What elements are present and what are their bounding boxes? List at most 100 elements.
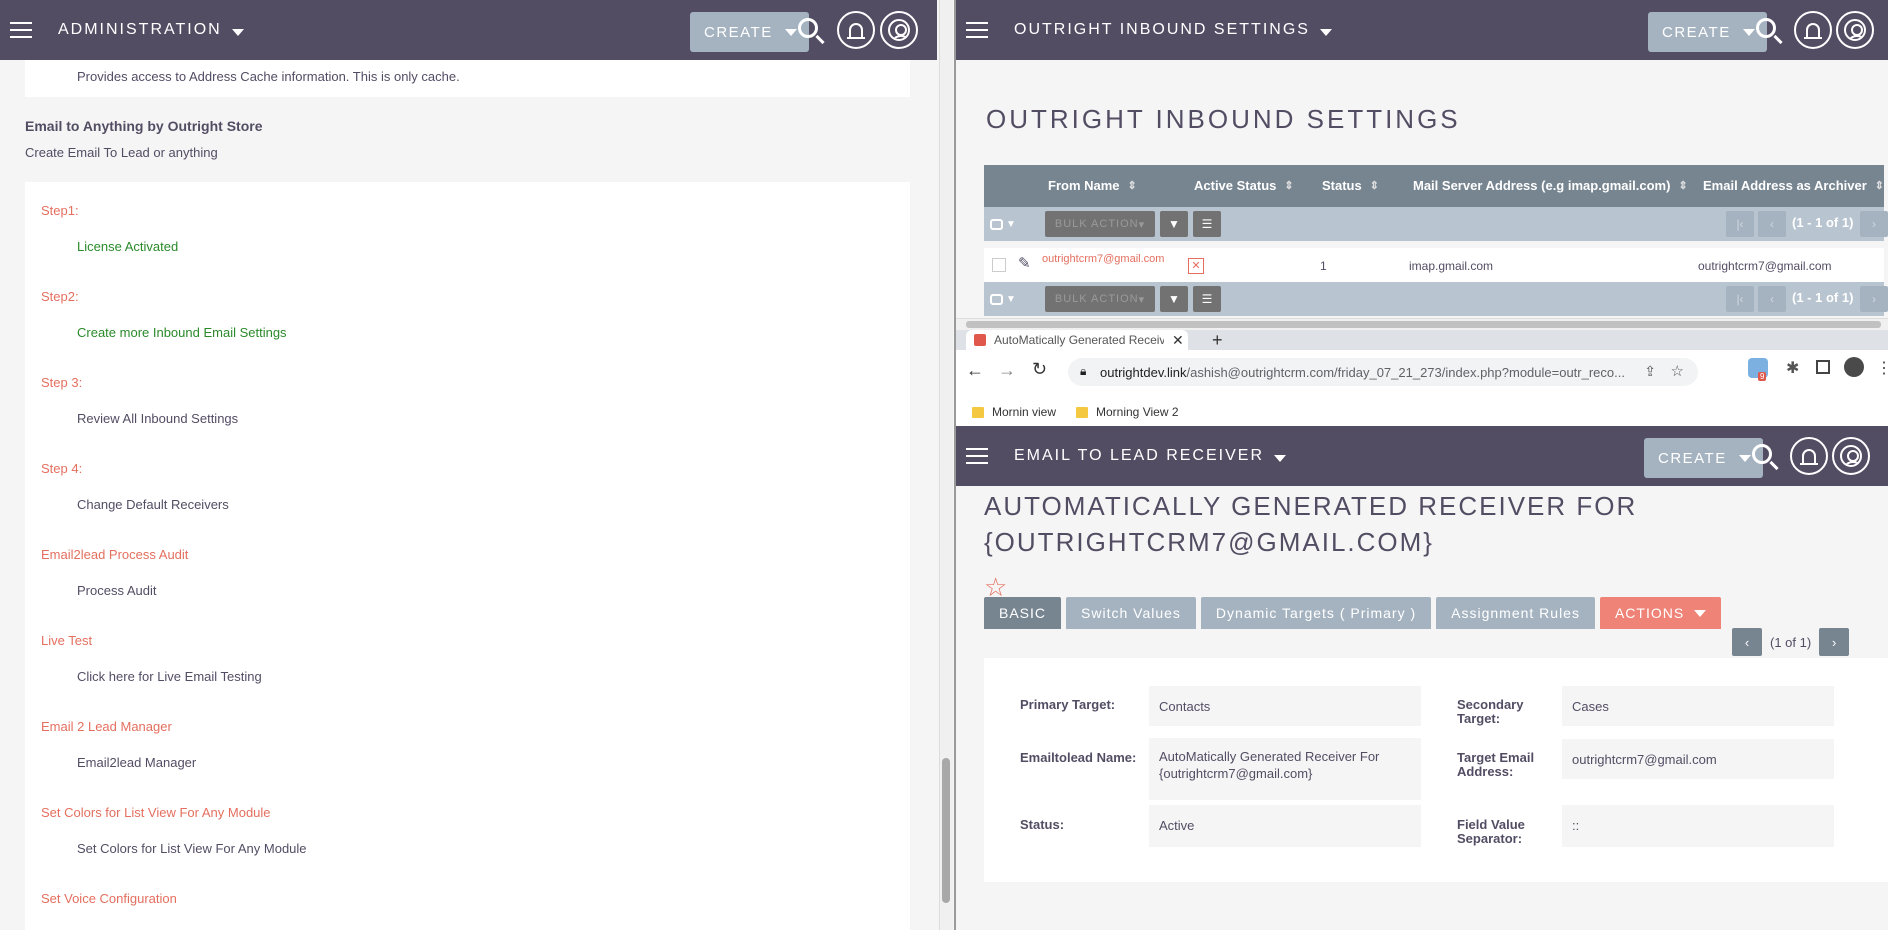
create-button[interactable]: CREATE	[690, 12, 809, 52]
create-button[interactable]: CREATE	[1644, 438, 1763, 478]
chevron-down-icon	[784, 28, 797, 36]
side-panel-icon[interactable]	[1816, 360, 1830, 374]
bookmark-item[interactable]: Mornin view	[972, 405, 1056, 419]
menu-icon[interactable]	[10, 22, 32, 38]
table-row[interactable]: ✎ outrightcrm7@gmail.com ✕ 1 imap.gmail.…	[984, 248, 1884, 282]
first-page-button[interactable]: |‹	[1726, 286, 1754, 312]
next-page-button[interactable]: ›	[1860, 211, 1888, 237]
step-title: Email2lead Process Audit	[41, 547, 189, 562]
column-header[interactable]: Active Status ⇕	[1194, 178, 1294, 193]
step-link[interactable]: Process Audit	[77, 583, 157, 598]
tab-dynamic-targets[interactable]: Dynamic Targets ( Primary )	[1200, 597, 1432, 629]
bulk-action-button[interactable]: BULK ACTION ▾	[1045, 286, 1155, 312]
page-title: OUTRIGHT INBOUND SETTINGS	[986, 104, 1461, 134]
scrollbar-thumb[interactable]	[942, 758, 950, 903]
menu-icon[interactable]	[966, 22, 988, 38]
select-all-dropdown[interactable]: ▼	[990, 286, 1032, 312]
from-name-link[interactable]: outrightcrm7@gmail.com	[1042, 253, 1164, 265]
filter-icon[interactable]: ▼	[1160, 211, 1188, 237]
step-link[interactable]: Set Colors for List View For Any Module	[77, 841, 307, 856]
edit-icon[interactable]: ✎	[1018, 254, 1031, 272]
field-value-separator-value: ::	[1562, 805, 1834, 847]
step-link[interactable]: Click here for Live Email Testing	[77, 669, 262, 684]
search-icon[interactable]	[1756, 18, 1776, 38]
select-all-dropdown[interactable]: ▼	[990, 211, 1032, 237]
sort-icon[interactable]: ⇕	[1128, 179, 1137, 192]
new-tab-icon[interactable]: +	[1212, 330, 1223, 350]
address-bar[interactable]: 🔒︎ outrightdev.link/ashish@outrightcrm.c…	[1068, 358, 1698, 386]
secondary-target-label: Secondary Target:	[1457, 697, 1524, 726]
sort-icon[interactable]: ⇕	[1875, 179, 1884, 192]
column-header[interactable]: From Name ⇕	[1048, 178, 1137, 193]
bookmark-item[interactable]: Morning View 2	[1076, 405, 1179, 419]
lock-icon: 🔒︎	[1080, 364, 1087, 378]
tab-basic[interactable]: BASIC	[984, 597, 1062, 629]
bulk-action-button[interactable]: BULK ACTION ▾	[1045, 211, 1155, 237]
step-title: Step 3:	[41, 375, 83, 390]
column-chooser-icon[interactable]: ☰	[1193, 211, 1221, 237]
back-icon[interactable]: ←	[966, 360, 984, 381]
step-link[interactable]: Create more Inbound Email Settings	[77, 325, 287, 340]
avatar[interactable]	[1844, 357, 1864, 377]
inbound-topbar: OUTRIGHT INBOUND SETTINGS CREATE	[956, 0, 1888, 60]
row-checkbox[interactable]	[992, 258, 1006, 272]
step-link[interactable]: Change Default Receivers	[77, 497, 229, 512]
menu-icon[interactable]	[966, 448, 988, 464]
step-link[interactable]: Email2lead Manager	[77, 755, 196, 770]
reload-icon[interactable]: ↻	[1032, 359, 1047, 380]
bookmark-star-icon[interactable]: ☆	[1671, 362, 1684, 380]
close-tab-icon[interactable]: ✕	[1172, 332, 1184, 349]
secondary-target-value: Cases	[1562, 686, 1834, 726]
target-email-value: outrightcrm7@gmail.com	[1562, 739, 1834, 779]
actions-menu[interactable]: ACTIONS	[1599, 597, 1722, 629]
list-header: From Name ⇕ Active Status ⇕ Status ⇕ Mail S…	[984, 165, 1884, 207]
detail-panel: Primary Target: Contacts Secondary Targe…	[984, 658, 1888, 882]
user-profile-icon[interactable]	[880, 11, 918, 49]
primary-target-label: Primary Target:	[1020, 697, 1116, 712]
create-button[interactable]: CREATE	[1648, 12, 1767, 52]
browser-tab[interactable]: AutoMatically Generated Receive ✕	[966, 330, 1188, 350]
step-link[interactable]: Review All Inbound Settings	[77, 411, 238, 426]
notifications-icon[interactable]	[1794, 11, 1832, 49]
chevron-down-icon	[1742, 28, 1755, 36]
module-title-receiver[interactable]: EMAIL TO LEAD RECEIVER	[1014, 447, 1286, 465]
user-profile-icon[interactable]	[1836, 11, 1874, 49]
sort-icon[interactable]: ⇕	[1284, 179, 1293, 192]
step-link[interactable]: License Activated	[77, 239, 178, 254]
next-record-button[interactable]: ›	[1819, 628, 1850, 656]
server-cell: imap.gmail.com	[1409, 259, 1494, 273]
folder-icon	[1076, 406, 1088, 418]
tab-switch-values[interactable]: Switch Values	[1066, 597, 1196, 629]
sort-icon[interactable]: ⇕	[1678, 179, 1687, 192]
sort-icon[interactable]: ⇕	[1370, 179, 1379, 192]
browser-menu-icon[interactable]: ⋮	[1876, 358, 1888, 378]
search-icon[interactable]	[1752, 444, 1772, 464]
previous-page-button[interactable]: ‹	[1758, 286, 1786, 312]
pagination-text: (1 - 1 of 1)	[1792, 215, 1854, 230]
puzzle-icon[interactable]: ✱	[1786, 358, 1799, 378]
notifications-icon[interactable]	[1790, 437, 1828, 475]
previous-page-button[interactable]: ‹	[1758, 211, 1786, 237]
forward-icon[interactable]: →	[998, 360, 1016, 381]
previous-record-button[interactable]: ‹	[1732, 628, 1762, 656]
column-header[interactable]: Status ⇕	[1322, 178, 1379, 193]
module-title-admin[interactable]: ADMINISTRATION	[58, 21, 244, 39]
next-page-button[interactable]: ›	[1860, 286, 1888, 312]
column-chooser-icon[interactable]: ☰	[1193, 286, 1221, 312]
share-icon[interactable]: ⇪	[1644, 363, 1656, 380]
column-header[interactable]: Email Address as Archiver ⇕	[1703, 178, 1884, 193]
notifications-icon[interactable]	[837, 11, 875, 49]
bookmarks-bar: Mornin view Morning View 2	[956, 398, 1888, 426]
filter-icon[interactable]: ▼	[1160, 286, 1188, 312]
tab-assignment-rules[interactable]: Assignment Rules	[1436, 597, 1595, 629]
admin-topbar: ADMINISTRATION CREATE	[0, 0, 937, 60]
column-header[interactable]: Mail Server Address (e.g imap.gmail.com)…	[1413, 178, 1688, 193]
module-title-inbound[interactable]: OUTRIGHT INBOUND SETTINGS	[1014, 21, 1332, 39]
list-toolbar-bottom: ▼ BULK ACTION ▾ ▼ ☰ |‹ ‹ (1 - 1 of 1) ›	[984, 282, 1888, 316]
first-page-button[interactable]: |‹	[1726, 211, 1754, 237]
user-profile-icon[interactable]	[1832, 437, 1870, 475]
emailtolead-name-label: Emailtolead Name:	[1020, 750, 1137, 765]
search-icon[interactable]	[798, 18, 818, 38]
scrollbar-thumb[interactable]	[966, 321, 1881, 328]
emailtolead-name-value: AutoMatically Generated Receiver For {ou…	[1149, 738, 1421, 800]
